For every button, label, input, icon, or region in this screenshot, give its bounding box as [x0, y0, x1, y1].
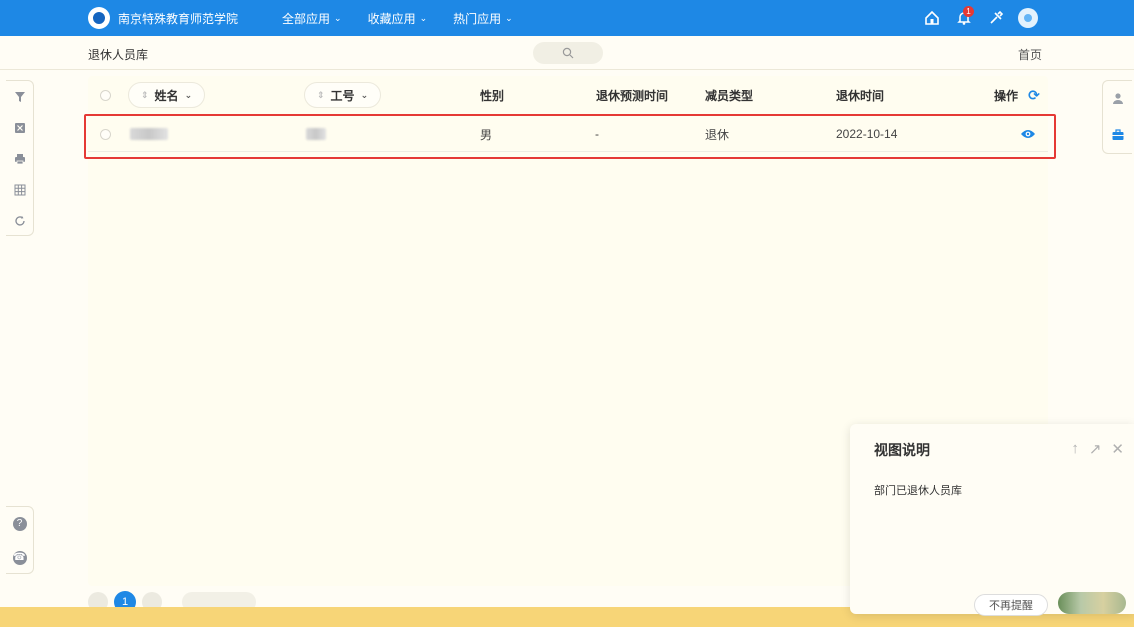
sort-icon: ⇕: [141, 89, 149, 100]
refresh-table-icon[interactable]: ⟳: [1024, 85, 1044, 105]
column-actions: 操作 ⟳: [994, 76, 1044, 114]
right-toolbar: [1102, 80, 1132, 154]
confirm-button[interactable]: [1058, 592, 1126, 614]
view-description-popup: 视图说明 ↑ ↗ ✕ 部门已退休人员库 不再提醒: [850, 424, 1134, 616]
table-row[interactable]: 男 - 退休 2022-10-14: [88, 116, 1048, 152]
menu-all-apps-label: 全部应用: [282, 11, 331, 26]
arrow-up-icon[interactable]: ↑: [1071, 440, 1079, 458]
school-logo-icon[interactable]: [88, 7, 110, 29]
expand-icon[interactable]: ↗: [1089, 440, 1102, 458]
left-toolbar: [6, 80, 34, 236]
chevron-down-icon: ⌄: [334, 12, 342, 23]
chevron-down-icon: ⌄: [505, 12, 513, 23]
popup-body: 部门已退休人员库: [874, 485, 962, 497]
cell-reduction-type: 退休: [705, 127, 730, 142]
search-icon: [562, 47, 574, 59]
menu-favorite-apps[interactable]: 收藏应用 ⌄: [368, 10, 428, 27]
chevron-down-icon: ⌄: [184, 89, 193, 100]
help-icon[interactable]: ?: [6, 507, 33, 541]
column-expected-retire-time: 退休预测时间: [596, 88, 669, 103]
filter-icon[interactable]: [6, 81, 33, 112]
cell-expected-retire-time: -: [595, 127, 599, 141]
export-excel-icon[interactable]: [6, 112, 33, 143]
notification-badge: 1: [963, 6, 974, 17]
person-icon[interactable]: [1103, 81, 1132, 117]
notification-bell-icon[interactable]: 1: [948, 0, 980, 36]
chevron-down-icon: ⌄: [419, 12, 428, 23]
menu-favorite-apps-label: 收藏应用: [367, 11, 416, 26]
redacted-staff-id: [306, 116, 326, 152]
menu-popular-apps[interactable]: 热门应用 ⌄: [453, 10, 513, 27]
close-icon[interactable]: ✕: [1111, 440, 1124, 458]
view-detail-button[interactable]: [1020, 116, 1036, 152]
sort-icon: ⇕: [317, 89, 325, 100]
top-navigation-bar: 南京特殊教育师范学院 全部应用 ⌄ 收藏应用 ⌄ 热门应用 ⌄ 1: [0, 0, 1134, 36]
home-icon[interactable]: [916, 0, 948, 36]
app-menu: 全部应用 ⌄ 收藏应用 ⌄ 热门应用 ⌄: [282, 10, 539, 27]
column-name-label: 姓名: [154, 88, 179, 103]
select-all-checkbox[interactable]: [100, 76, 111, 114]
user-avatar[interactable]: [1012, 0, 1044, 36]
column-actions-label: 操作: [994, 88, 1019, 103]
dont-remind-button[interactable]: 不再提醒: [974, 594, 1048, 616]
column-staff-id-label: 工号: [330, 88, 355, 103]
home-link[interactable]: 首页: [1018, 46, 1042, 63]
sort-by-staff-id[interactable]: ⇕ 工号 ⌄: [304, 76, 382, 114]
left-help-toolbar: ? ☎: [6, 506, 34, 574]
row-checkbox[interactable]: [100, 116, 111, 152]
popup-title: 视图说明: [874, 442, 930, 458]
menu-all-apps[interactable]: 全部应用 ⌄: [282, 10, 342, 27]
eye-icon: [1020, 126, 1036, 142]
cell-retire-time: 2022-10-14: [836, 127, 898, 141]
customer-service-icon[interactable]: ☎: [6, 541, 33, 575]
breadcrumb: 退休人员库: [88, 48, 149, 62]
print-icon[interactable]: [6, 143, 33, 174]
table-view-icon[interactable]: [6, 174, 33, 205]
sort-by-name[interactable]: ⇕ 姓名 ⌄: [128, 76, 206, 114]
cell-gender: 男: [480, 127, 493, 142]
briefcase-icon[interactable]: [1103, 117, 1132, 153]
school-name: 南京特殊教育师范学院: [118, 11, 239, 26]
popup-controls: ↑ ↗ ✕: [1061, 440, 1124, 458]
menu-popular-apps-label: 热门应用: [453, 11, 502, 26]
search-button[interactable]: [533, 42, 603, 64]
column-retire-time: 退休时间: [836, 88, 885, 103]
column-gender: 性别: [480, 88, 505, 103]
column-reduction-type: 减员类型: [705, 88, 754, 103]
tools-icon[interactable]: [980, 0, 1012, 36]
redacted-name: [130, 116, 168, 152]
table-header: ⇕ 姓名 ⌄ ⇕ 工号 ⌄ 性别 退休预测时间 减员类型 退休时间 操作 ⟳: [88, 76, 1048, 114]
refresh-icon[interactable]: [6, 205, 33, 236]
chevron-down-icon: ⌄: [360, 89, 369, 100]
